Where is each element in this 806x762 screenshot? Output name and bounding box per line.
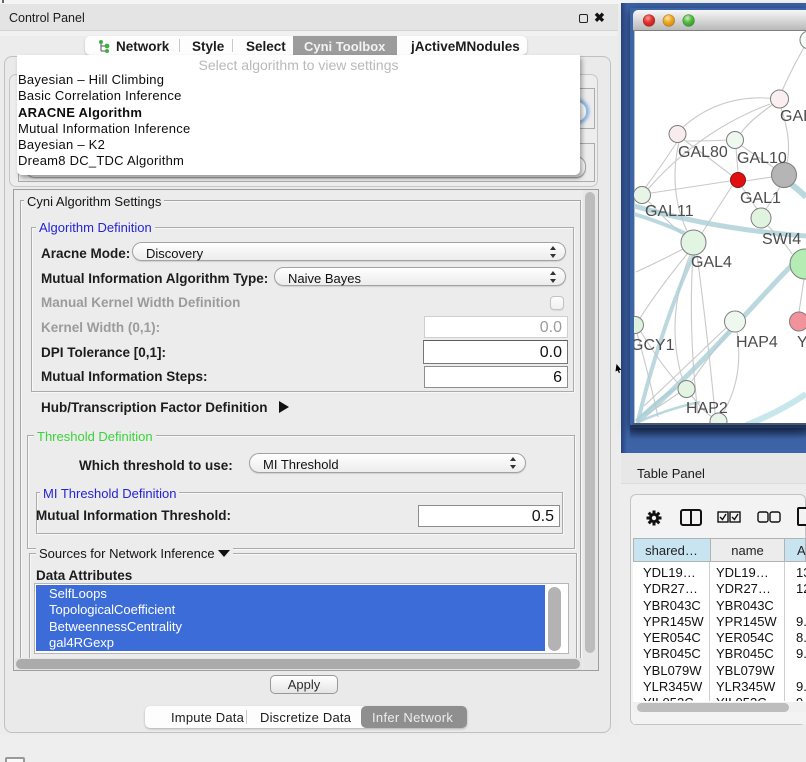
svg-text:GAL10: GAL10 — [737, 150, 787, 167]
svg-text:HAP2: HAP2 — [686, 400, 728, 417]
svg-text:GCY1: GCY1 — [634, 337, 675, 354]
svg-text:Y: Y — [797, 334, 806, 351]
svg-text:GAL80: GAL80 — [678, 144, 728, 161]
svg-text:HAP4: HAP4 — [736, 334, 778, 351]
svg-text:GAL11: GAL11 — [645, 203, 694, 220]
svg-text:GAL4: GAL4 — [691, 254, 732, 271]
svg-text:GAL1: GAL1 — [740, 190, 781, 207]
svg-text:GAL: GAL — [780, 108, 806, 125]
svg-text:SWI4: SWI4 — [762, 231, 801, 248]
